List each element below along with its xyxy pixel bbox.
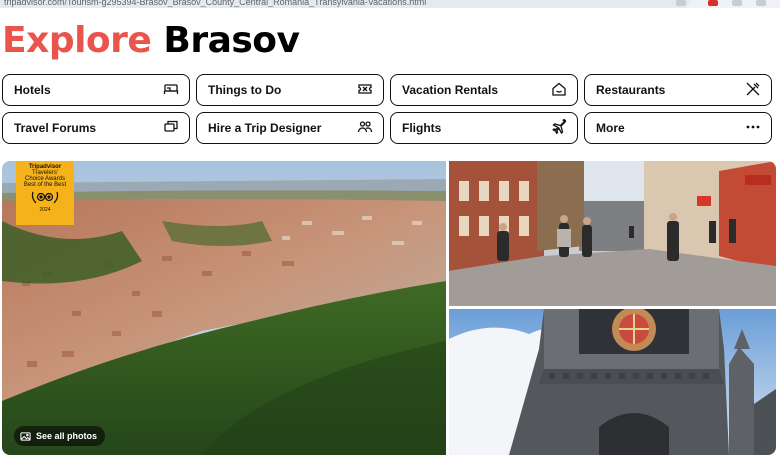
- hotels-label: Hotels: [14, 83, 51, 97]
- see-all-photos-label: See all photos: [36, 431, 98, 441]
- restaurants-button[interactable]: Restaurants: [584, 74, 772, 106]
- utensils-icon: [745, 81, 761, 100]
- black-church-photo[interactable]: [449, 309, 776, 455]
- more-dots-icon: [745, 119, 761, 138]
- menu-icon[interactable]: [756, 0, 766, 6]
- people-icon: [357, 119, 373, 138]
- page-title: Explore Brasov: [2, 20, 300, 61]
- photo-icon: [20, 431, 31, 442]
- travel-forums-label: Travel Forums: [14, 121, 97, 135]
- ticket-icon: [357, 81, 373, 100]
- page-title-location: Brasov: [163, 20, 300, 61]
- vacation-rentals-button[interactable]: Vacation Rentals: [390, 74, 578, 106]
- flights-label: Flights: [402, 121, 442, 135]
- browser-bar: tripadvisor.com/Tourism-g295394-Brasov_B…: [0, 0, 780, 8]
- street-photo[interactable]: [449, 161, 776, 306]
- hotels-button[interactable]: Hotels: [2, 74, 190, 106]
- award-year: 2024: [39, 207, 51, 213]
- house-icon: [551, 81, 567, 100]
- flights-button[interactable]: Flights: [390, 112, 578, 144]
- restaurants-label: Restaurants: [596, 83, 666, 97]
- more-label: More: [596, 121, 625, 135]
- page-title-accent: Explore: [2, 20, 152, 61]
- things-to-do-button[interactable]: Things to Do: [196, 74, 384, 106]
- bed-icon: [163, 81, 179, 100]
- more-button[interactable]: More: [584, 112, 772, 144]
- trip-designer-label: Hire a Trip Designer: [208, 121, 322, 135]
- category-nav: Hotels Things to Do Vacation Rentals Res…: [2, 74, 774, 144]
- photo-gallery: Tripadvisor Travelers' Choice Awards Bes…: [2, 161, 776, 455]
- chat-icon: [163, 119, 179, 138]
- things-to-do-label: Things to Do: [208, 83, 282, 97]
- owl-laurel-icon: [30, 188, 60, 206]
- travelers-choice-badge: Tripadvisor Travelers' Choice Awards Bes…: [16, 161, 74, 225]
- profile-icon[interactable]: [732, 0, 742, 6]
- bookmark-star-icon[interactable]: [676, 0, 686, 6]
- main-aerial-photo[interactable]: Tripadvisor Travelers' Choice Awards Bes…: [2, 161, 446, 455]
- travel-forums-button[interactable]: Travel Forums: [2, 112, 190, 144]
- extension-icon[interactable]: [708, 0, 718, 6]
- vacation-rentals-label: Vacation Rentals: [402, 83, 499, 97]
- plane-icon: [551, 118, 567, 138]
- trip-designer-button[interactable]: Hire a Trip Designer: [196, 112, 384, 144]
- address-bar[interactable]: tripadvisor.com/Tourism-g295394-Brasov_B…: [0, 0, 690, 8]
- see-all-photos-button[interactable]: See all photos: [14, 426, 106, 446]
